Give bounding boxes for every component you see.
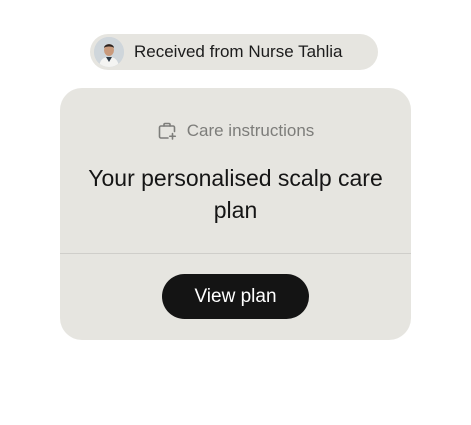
card-header: Care instructions bbox=[60, 120, 411, 142]
briefcase-plus-icon bbox=[157, 121, 177, 141]
sender-pill: Received from Nurse Tahlia bbox=[90, 34, 378, 70]
nurse-avatar bbox=[94, 37, 124, 67]
card-kicker: Care instructions bbox=[186, 121, 315, 140]
view-plan-button[interactable]: View plan bbox=[162, 274, 309, 319]
sender-label: Received from Nurse Tahlia bbox=[134, 42, 343, 61]
card-title: Your personalised scalp care plan bbox=[88, 165, 383, 223]
care-plan-card: Care instructions Your personalised scal… bbox=[60, 88, 411, 340]
avatar-image bbox=[94, 37, 124, 67]
card-divider bbox=[60, 253, 411, 254]
